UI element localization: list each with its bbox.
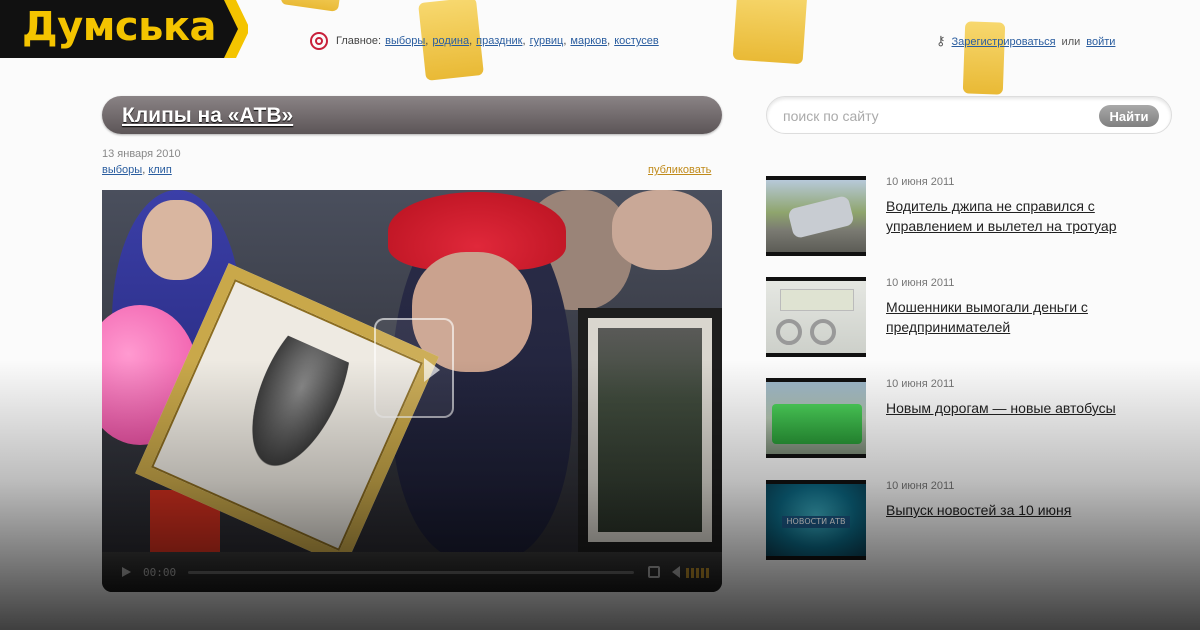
news-date: 10 июня 2011 bbox=[886, 480, 955, 492]
nav-link-prazdnik[interactable]: праздник bbox=[476, 35, 522, 47]
list-item[interactable]: 10 июня 2011 Водитель джипа не справился… bbox=[766, 176, 1186, 256]
article-title-bar: Клипы на «АТВ» bbox=[102, 96, 722, 134]
main-topics-nav: Главное: выборы, родина, праздник, гурви… bbox=[310, 32, 659, 50]
news-title-link[interactable]: Новым дорогам — новые автобусы bbox=[886, 398, 1176, 418]
nav-label: Главное: bbox=[336, 35, 382, 47]
page-title[interactable]: Клипы на «АТВ» bbox=[122, 104, 293, 128]
nav-link-vybory[interactable]: выборы bbox=[385, 35, 425, 47]
play-overlay-icon[interactable] bbox=[374, 318, 454, 418]
search-input[interactable] bbox=[783, 106, 1083, 126]
seek-bar[interactable] bbox=[188, 570, 635, 574]
play-icon[interactable] bbox=[122, 567, 131, 577]
key-icon: ⚷ bbox=[936, 34, 946, 49]
login-link[interactable]: войти bbox=[1086, 36, 1115, 48]
search-button[interactable]: Найти bbox=[1099, 105, 1159, 127]
player-controls: 00:00 bbox=[102, 552, 722, 592]
auth-or: или bbox=[1061, 35, 1081, 48]
list-item[interactable]: НОВОСТИ АТВ 10 июня 2011 Выпуск новостей… bbox=[766, 480, 1186, 560]
news-thumbnail[interactable] bbox=[766, 277, 866, 357]
register-link[interactable]: Зарегистрироваться bbox=[952, 36, 1056, 48]
article-tags: выборы, клип bbox=[102, 164, 172, 176]
decor-tab bbox=[962, 21, 1006, 95]
target-icon bbox=[310, 32, 328, 50]
video-frame bbox=[102, 190, 722, 567]
news-thumbnail[interactable] bbox=[766, 378, 866, 458]
decor-tab bbox=[732, 0, 808, 65]
site-search: Найти bbox=[766, 96, 1172, 134]
news-date: 10 июня 2011 bbox=[886, 277, 955, 289]
news-title-link[interactable]: Выпуск новостей за 10 июня bbox=[886, 500, 1176, 520]
thumb-logo: НОВОСТИ АТВ bbox=[782, 516, 850, 528]
nav-link-markov[interactable]: марков bbox=[570, 35, 607, 47]
tag-link-vybory[interactable]: выборы bbox=[102, 164, 142, 176]
video-figure bbox=[142, 200, 212, 280]
portrait-frame-right bbox=[578, 308, 722, 552]
nav-link-kostusev[interactable]: костусев bbox=[614, 35, 659, 47]
news-title-link[interactable]: Мошенники вымогали деньги с предпринимат… bbox=[886, 297, 1176, 337]
list-item[interactable]: 10 июня 2011 Новым дорогам — новые автоб… bbox=[766, 378, 1186, 458]
volume-control[interactable] bbox=[672, 566, 710, 578]
fullscreen-icon[interactable] bbox=[648, 566, 661, 578]
video-player[interactable]: 00:00 bbox=[102, 190, 722, 592]
news-title-link[interactable]: Водитель джипа не справился с управление… bbox=[886, 196, 1176, 236]
news-thumbnail[interactable] bbox=[766, 176, 866, 256]
nav-link-rodina[interactable]: родина bbox=[432, 35, 469, 47]
news-date: 10 июня 2011 bbox=[886, 176, 955, 188]
list-item[interactable]: 10 июня 2011 Мошенники вымогали деньги с… bbox=[766, 277, 1186, 357]
decor-tab bbox=[280, 0, 342, 12]
tag-link-klip[interactable]: клип bbox=[148, 164, 171, 176]
news-thumbnail[interactable]: НОВОСТИ АТВ bbox=[766, 480, 866, 560]
news-date: 10 июня 2011 bbox=[886, 378, 955, 390]
article-date: 13 января 2010 bbox=[102, 148, 181, 160]
brand-logo[interactable]: Думська bbox=[22, 4, 217, 50]
player-time: 00:00 bbox=[143, 565, 177, 579]
publish-link[interactable]: публиковать bbox=[648, 164, 711, 176]
speaker-icon bbox=[672, 566, 681, 578]
nav-link-gurvits[interactable]: гурвиц bbox=[530, 35, 564, 47]
auth-links: ⚷ Зарегистрироваться или войти bbox=[936, 34, 1115, 49]
video-figure bbox=[612, 190, 712, 270]
